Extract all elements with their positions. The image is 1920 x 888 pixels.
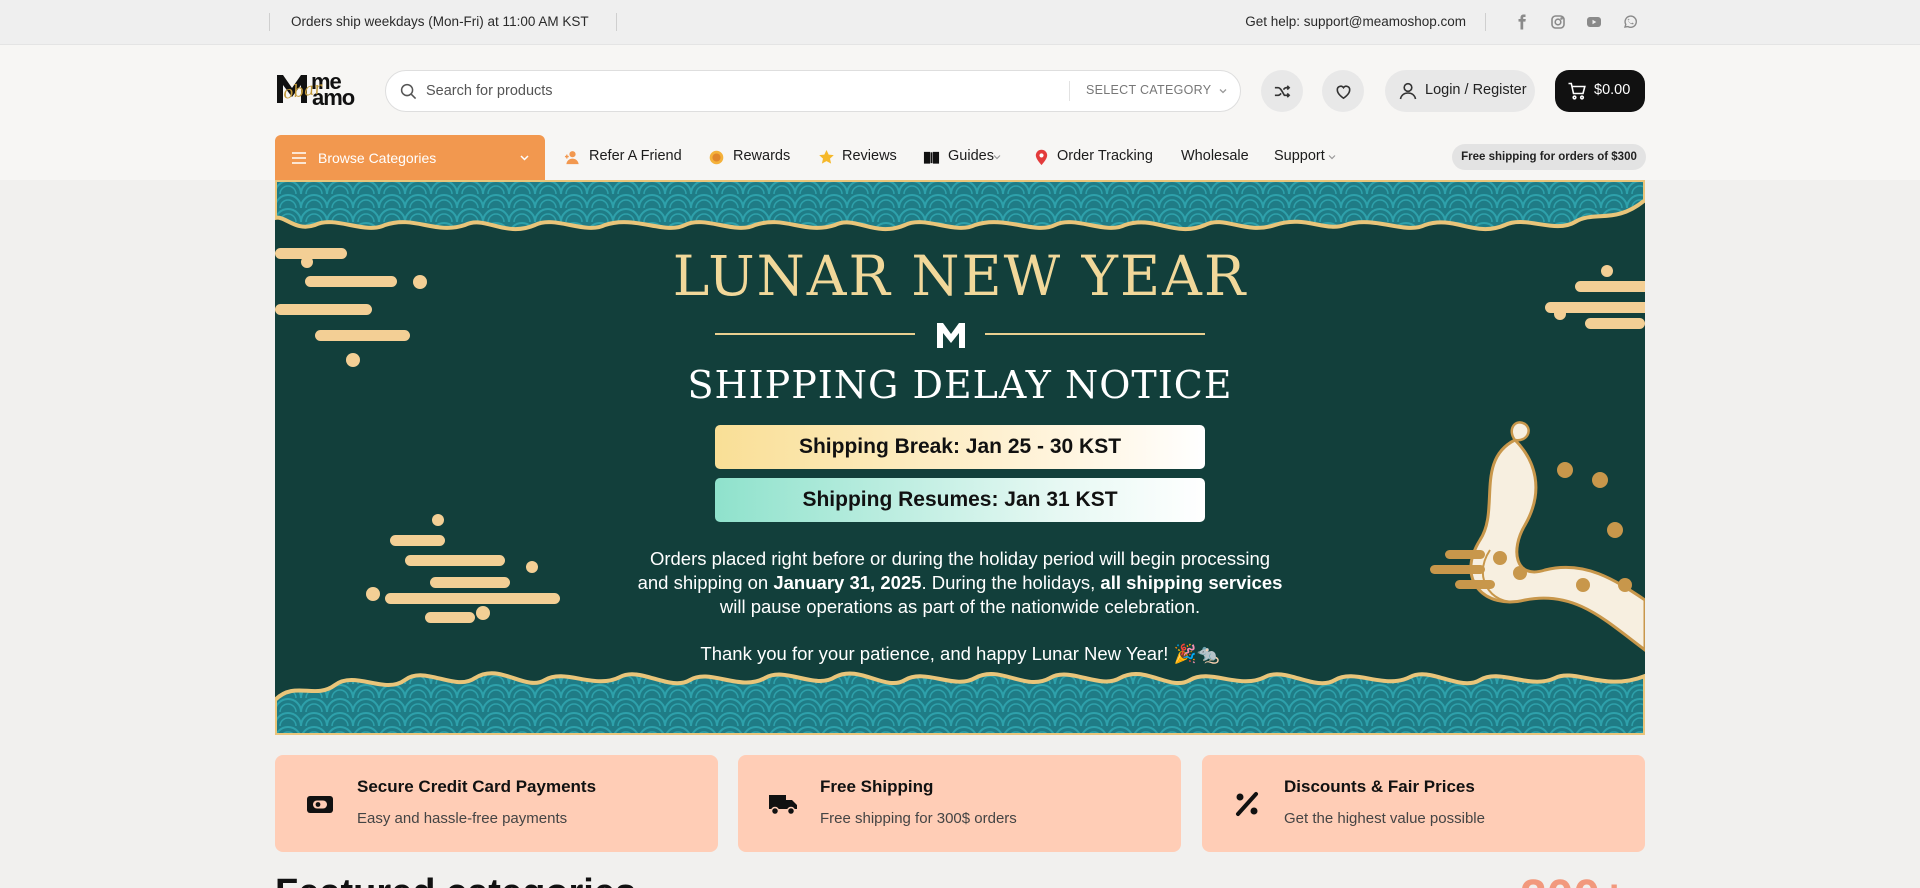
nav-wholesale[interactable]: Wholesale bbox=[1181, 148, 1249, 164]
login-register-button[interactable]: Login / Register bbox=[1385, 70, 1535, 112]
wishlist-button[interactable] bbox=[1322, 70, 1364, 112]
divider bbox=[1069, 81, 1070, 101]
divider bbox=[1485, 13, 1486, 31]
shuffle-icon bbox=[1274, 84, 1290, 98]
map-pin-icon bbox=[1035, 149, 1048, 166]
login-register-label: Login / Register bbox=[1425, 82, 1527, 98]
feature-description: Free shipping for 300$ orders bbox=[820, 810, 1017, 827]
browse-categories-button[interactable]: Browse Categories bbox=[275, 135, 545, 181]
chevron-down-icon[interactable] bbox=[1218, 86, 1228, 96]
top-cloud-border bbox=[275, 180, 1645, 232]
help-email-link[interactable]: Get help: support@meamoshop.com bbox=[1245, 14, 1466, 29]
free-shipping-badge: Free shipping for orders of $300 bbox=[1452, 144, 1646, 170]
body-date: January 31, 2025 bbox=[773, 572, 922, 593]
shipping-break-label: Shipping Break: Jan 25 - 30 KST bbox=[715, 425, 1205, 469]
lunar-new-year-banner[interactable]: LUNAR NEW YEAR SHIPPING DELAY NOTICE Shi… bbox=[275, 180, 1645, 735]
cart-total: $0.00 bbox=[1594, 82, 1631, 98]
body-line-2a: and shipping on bbox=[637, 572, 774, 593]
whatsapp-icon[interactable] bbox=[1622, 14, 1638, 30]
shipping-schedule-text: Orders ship weekdays (Mon-Fri) at 11:00 … bbox=[291, 14, 589, 29]
bottom-cloud-border bbox=[275, 671, 1645, 735]
cart-button[interactable]: $0.00 bbox=[1555, 70, 1645, 112]
chevron-down-icon[interactable] bbox=[1328, 153, 1336, 161]
body-line-1: Orders placed right before or during the… bbox=[649, 548, 1271, 569]
compare-button[interactable] bbox=[1261, 70, 1303, 112]
nav-guides[interactable]: Guides bbox=[948, 148, 994, 164]
banner-thanks-text: Thank you for your patience, and happy L… bbox=[700, 643, 1220, 664]
feature-title: Free Shipping bbox=[820, 777, 934, 796]
nav-refer-a-friend[interactable]: Refer A Friend bbox=[589, 148, 682, 164]
nav-reviews[interactable]: Reviews bbox=[842, 148, 897, 164]
star-icon bbox=[819, 149, 834, 164]
nav-support[interactable]: Support bbox=[1274, 148, 1325, 164]
facebook-icon[interactable] bbox=[1514, 14, 1530, 30]
search-bar: SELECT CATEGORY bbox=[385, 70, 1241, 112]
cart-icon bbox=[1568, 82, 1586, 100]
instagram-icon[interactable] bbox=[1550, 14, 1566, 30]
chevron-down-icon[interactable] bbox=[993, 153, 1001, 161]
percent-icon bbox=[1236, 792, 1258, 816]
body-line-3: will pause operations as part of the nat… bbox=[719, 596, 1201, 617]
body-line-2: and shipping on January 31, 2025. During… bbox=[275, 571, 1645, 595]
user-icon bbox=[1399, 82, 1417, 100]
shipping-resumes-label: Shipping Resumes: Jan 31 KST bbox=[715, 478, 1205, 522]
feature-card-shipping: Free Shipping Free shipping for 300$ ord… bbox=[738, 755, 1181, 852]
feature-title: Discounts & Fair Prices bbox=[1284, 777, 1475, 796]
book-icon bbox=[923, 151, 940, 164]
feature-description: Easy and hassle-free payments bbox=[357, 810, 568, 827]
person-add-icon bbox=[564, 151, 579, 165]
feature-description: Get the highest value possible bbox=[1284, 810, 1485, 827]
heart-icon bbox=[1336, 85, 1350, 99]
browse-categories-label: Browse Categories bbox=[318, 150, 437, 166]
chevron-down-icon bbox=[520, 155, 529, 161]
search-input[interactable] bbox=[426, 71, 1046, 111]
truck-icon bbox=[769, 795, 797, 816]
nav-order-tracking[interactable]: Order Tracking bbox=[1057, 148, 1153, 164]
nav-rewards[interactable]: Rewards bbox=[733, 148, 790, 164]
credit-card-icon bbox=[307, 796, 333, 813]
body-emphasis: all shipping services bbox=[1100, 572, 1283, 593]
section-counter: 200+ bbox=[1520, 870, 1628, 888]
category-select[interactable]: SELECT CATEGORY bbox=[1086, 83, 1211, 97]
divider bbox=[616, 13, 617, 31]
top-announcement-bar: Orders ship weekdays (Mon-Fri) at 11:00 … bbox=[0, 0, 1920, 45]
menu-icon bbox=[292, 152, 306, 164]
feature-card-discounts: Discounts & Fair Prices Get the highest … bbox=[1202, 755, 1645, 852]
body-line-2c: . During the holidays, bbox=[921, 572, 1101, 593]
divider bbox=[985, 333, 1205, 335]
site-logo[interactable]: me amo obar bbox=[275, 69, 367, 110]
banner-body-text: Orders placed right before or during the… bbox=[275, 547, 1645, 619]
feature-title: Secure Credit Card Payments bbox=[357, 777, 597, 796]
youtube-icon[interactable] bbox=[1586, 14, 1602, 30]
coin-icon bbox=[709, 150, 724, 165]
search-icon[interactable] bbox=[400, 83, 417, 100]
banner-title: LUNAR NEW YEAR bbox=[672, 244, 1248, 308]
feature-card-payments: Secure Credit Card Payments Easy and has… bbox=[275, 755, 718, 852]
divider bbox=[269, 13, 270, 31]
banner-subtitle: SHIPPING DELAY NOTICE bbox=[687, 363, 1233, 407]
section-title: Featured categories bbox=[275, 872, 636, 888]
divider bbox=[715, 333, 915, 335]
brand-m-icon bbox=[937, 323, 965, 348]
